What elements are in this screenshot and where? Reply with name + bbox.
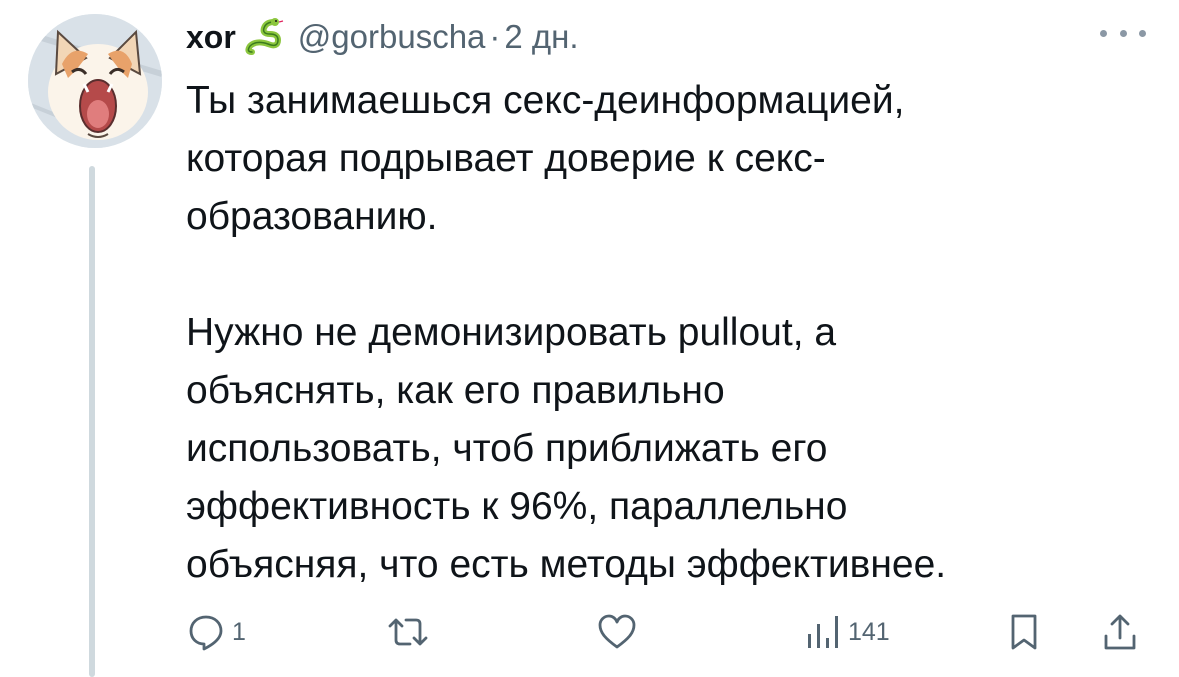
avatar[interactable] <box>28 14 162 148</box>
views-count: 141 <box>848 617 890 646</box>
share-icon <box>1104 614 1136 650</box>
share-button[interactable] <box>1100 600 1140 664</box>
user-handle[interactable]: @gorbuscha <box>298 18 486 56</box>
reply-icon <box>189 615 223 651</box>
snake-emoji-icon <box>245 18 283 55</box>
views-icon <box>808 616 838 648</box>
heart-icon <box>598 614 636 649</box>
tweet-text: Ты занимаешься секс-деинформацией, котор… <box>186 72 1146 594</box>
like-button[interactable] <box>596 600 644 664</box>
views-button[interactable]: 141 <box>804 600 890 664</box>
cat-avatar-image <box>28 14 162 148</box>
bookmark-icon <box>1011 614 1037 650</box>
tweet-paragraph: Ты занимаешься секс-деинформацией, котор… <box>186 79 905 238</box>
thread-line <box>89 166 95 677</box>
more-options-icon[interactable] <box>1100 22 1146 44</box>
tweet-timestamp[interactable]: 2 дн. <box>504 18 578 56</box>
more-dot <box>1139 29 1146 37</box>
bookmark-button[interactable] <box>1006 600 1042 664</box>
tweet-paragraph: Нужно не демонизировать pullout, а объяс… <box>186 311 947 586</box>
tweet-actions: 1 141 <box>186 600 1146 664</box>
more-dot <box>1100 29 1107 37</box>
reply-button[interactable]: 1 <box>186 600 246 664</box>
display-name[interactable]: xor <box>186 19 236 56</box>
tweet-header: xor @gorbuscha · 2 дн. <box>186 12 579 62</box>
more-dot <box>1119 29 1127 37</box>
reply-count: 1 <box>232 617 246 646</box>
separator-dot: · <box>489 18 501 55</box>
retweet-icon <box>388 618 428 646</box>
retweet-button[interactable] <box>384 600 438 664</box>
